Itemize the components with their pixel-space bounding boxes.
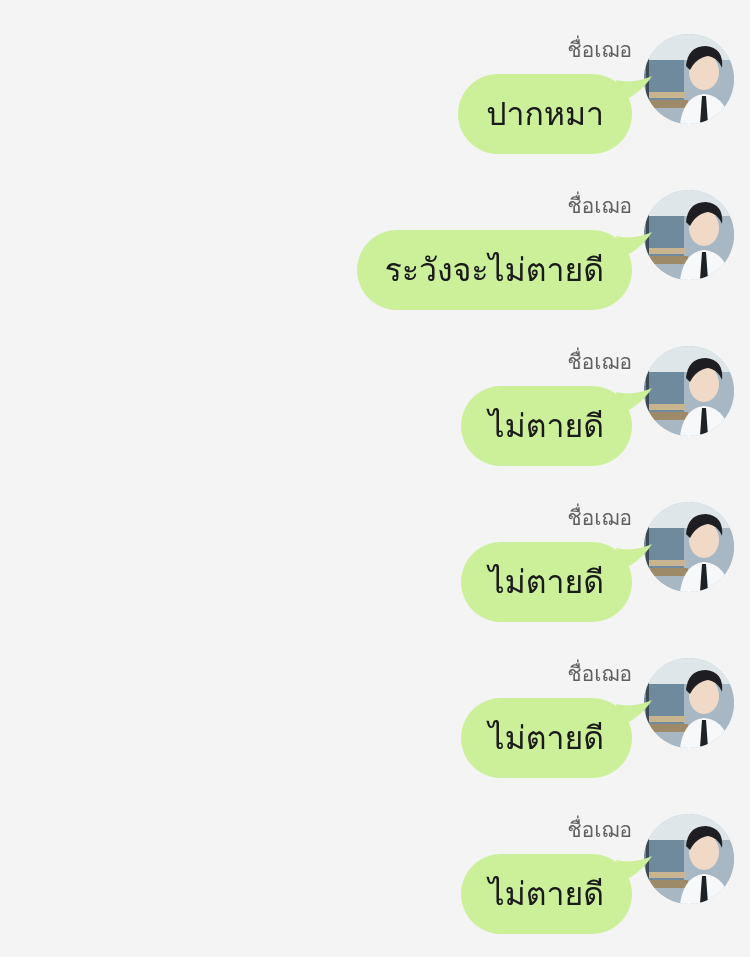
- bubble-tail-icon: [616, 76, 652, 102]
- message-bubble-wrap: ไม่ตายดี: [460, 542, 652, 622]
- message-bubble[interactable]: ไม่ตายดี: [460, 542, 652, 622]
- sender-name: ชื่อเฌอ: [567, 38, 632, 62]
- chat-message: ชื่อเฌอ ไม่ตายดี: [0, 658, 750, 788]
- message-bubble-wrap: ไม่ตายดี: [460, 854, 652, 934]
- message-bubble[interactable]: ปากหมา: [458, 74, 652, 154]
- message-bubble[interactable]: ไม่ตายดี: [460, 698, 652, 778]
- chat-message: ชื่อเฌอ ไม่ตายดี: [0, 502, 750, 632]
- sender-avatar[interactable]: [644, 502, 734, 592]
- message-text: ระวังจะไม่ตายดี: [384, 251, 604, 289]
- avatar-photo-icon: [644, 658, 734, 748]
- chat-message: ชื่อเฌอ ระวังจะไม่ตายดี: [0, 190, 750, 320]
- avatar-photo-icon: [644, 502, 734, 592]
- sender-name: ชื่อเฌอ: [567, 506, 632, 530]
- sender-name: ชื่อเฌอ: [567, 194, 632, 218]
- message-bubble-wrap: ปากหมา: [458, 74, 652, 154]
- message-bubble[interactable]: ไม่ตายดี: [460, 854, 652, 934]
- avatar-photo-icon: [644, 190, 734, 280]
- avatar-photo-icon: [644, 346, 734, 436]
- sender-name: ชื่อเฌอ: [567, 818, 632, 842]
- sender-name: ชื่อเฌอ: [567, 350, 632, 374]
- sender-avatar[interactable]: [644, 814, 734, 904]
- sender-avatar[interactable]: [644, 346, 734, 436]
- chat-thread: ชื่อเฌอ ปากหมา ชื่อเฌอ ระวังจะไม่ตายดี ช…: [0, 0, 750, 957]
- avatar-photo-icon: [644, 814, 734, 904]
- message-bubble[interactable]: ไม่ตายดี: [460, 386, 652, 466]
- avatar-photo-icon: [644, 34, 734, 124]
- message-bubble-wrap: ไม่ตายดี: [460, 698, 652, 778]
- message-text: ปากหมา: [486, 95, 604, 133]
- bubble-tail-icon: [616, 700, 652, 726]
- sender-name: ชื่อเฌอ: [567, 662, 632, 686]
- chat-message: ชื่อเฌอ ไม่ตายดี: [0, 346, 750, 476]
- message-text: ไม่ตายดี: [488, 719, 604, 757]
- message-bubble[interactable]: ระวังจะไม่ตายดี: [356, 230, 652, 310]
- chat-message: ชื่อเฌอ ไม่ตายดี: [0, 814, 750, 944]
- message-text: ไม่ตายดี: [488, 875, 604, 913]
- chat-message: ชื่อเฌอ ปากหมา: [0, 34, 750, 164]
- message-bubble-wrap: ไม่ตายดี: [460, 386, 652, 466]
- sender-avatar[interactable]: [644, 34, 734, 124]
- message-text: ไม่ตายดี: [488, 563, 604, 601]
- sender-avatar[interactable]: [644, 658, 734, 748]
- bubble-tail-icon: [616, 544, 652, 570]
- sender-avatar[interactable]: [644, 190, 734, 280]
- message-bubble-wrap: ระวังจะไม่ตายดี: [356, 230, 652, 310]
- bubble-tail-icon: [616, 388, 652, 414]
- message-text: ไม่ตายดี: [488, 407, 604, 445]
- bubble-tail-icon: [616, 856, 652, 882]
- bubble-tail-icon: [616, 232, 652, 258]
